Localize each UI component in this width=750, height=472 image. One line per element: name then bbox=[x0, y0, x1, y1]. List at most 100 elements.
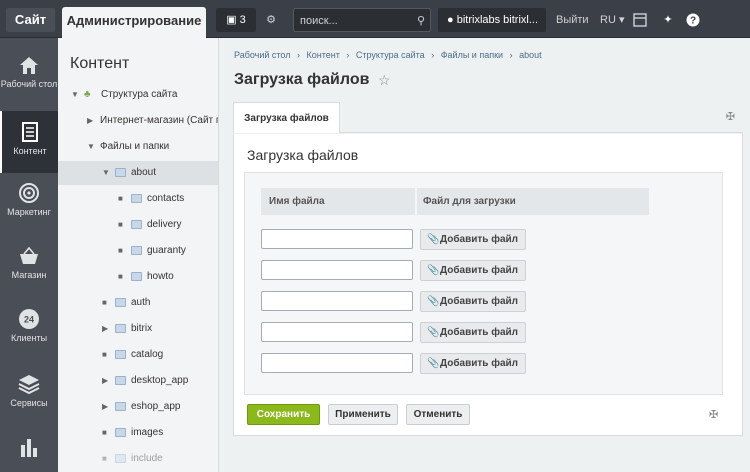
folder-icon bbox=[115, 350, 126, 359]
filename-input[interactable] bbox=[261, 353, 413, 373]
tree-item-contacts[interactable]: ■ contacts bbox=[58, 187, 218, 211]
breadcrumb-item[interactable]: Структура сайта bbox=[356, 50, 425, 60]
tab-upload-files[interactable]: Загрузка файлов bbox=[233, 102, 340, 133]
panel-toggle-icon[interactable] bbox=[633, 8, 647, 32]
chevron-down-icon[interactable]: ▼ bbox=[87, 135, 95, 159]
tree-item-guaranty[interactable]: ■ guaranty bbox=[58, 239, 218, 263]
paperclip-icon: 📎 bbox=[427, 327, 440, 338]
user-name: bitrixlabs bitrixl... bbox=[456, 14, 539, 26]
content-tree-panel: Контент ▼ ♣ Структура сайта ▶ Интернет-м… bbox=[58, 38, 219, 472]
pin-icon[interactable]: ✠ bbox=[726, 110, 735, 123]
breadcrumb: Рабочий стол › Контент › Структура сайта… bbox=[234, 50, 546, 60]
add-file-label: Добавить файл bbox=[440, 234, 519, 245]
tree-item-desktop-app[interactable]: ▶ desktop_app bbox=[58, 369, 218, 393]
pin-icon[interactable]: ✠ bbox=[709, 408, 718, 421]
save-button[interactable]: Сохранить bbox=[247, 404, 320, 425]
top-bar: Сайт Администрирование ▣ 3 ⚙ поиск... ⚲ … bbox=[0, 0, 750, 38]
paperclip-icon: 📎 bbox=[427, 265, 440, 276]
chevron-right-icon[interactable]: ▶ bbox=[102, 369, 108, 393]
nav-shop[interactable]: Магазин bbox=[0, 245, 58, 280]
breadcrumb-separator: › bbox=[509, 50, 513, 60]
search-placeholder: поиск... bbox=[300, 15, 338, 27]
nav-marketing[interactable]: Маркетинг bbox=[0, 182, 58, 217]
filename-input[interactable] bbox=[261, 291, 413, 311]
tree-item-site-structure[interactable]: ▼ ♣ Структура сайта bbox=[58, 83, 218, 107]
folder-icon bbox=[115, 324, 126, 333]
admin-tab[interactable]: Администрирование bbox=[62, 7, 206, 38]
upload-form-panel: Загрузка файлов Имя файла Файл для загру… bbox=[233, 134, 743, 436]
tree-item-catalog[interactable]: ■ catalog bbox=[58, 343, 218, 367]
gear-icon[interactable]: ⚙ bbox=[263, 8, 279, 32]
filename-input[interactable] bbox=[261, 229, 413, 249]
add-file-button[interactable]: 📎 Добавить файл bbox=[420, 353, 526, 374]
language-select[interactable]: RU ▾ bbox=[600, 8, 624, 32]
bullet-icon: ■ bbox=[118, 220, 123, 229]
cancel-button[interactable]: Отменить bbox=[406, 404, 470, 425]
tree-item-delivery[interactable]: ■ delivery bbox=[58, 213, 218, 237]
tab-bar: Загрузка файлов ✠ bbox=[233, 102, 743, 133]
add-file-button[interactable]: 📎 Добавить файл bbox=[420, 291, 526, 312]
bullet-icon: ■ bbox=[102, 350, 107, 359]
target-icon bbox=[19, 183, 39, 203]
folder-icon bbox=[115, 402, 126, 411]
chevron-right-icon[interactable]: ▶ bbox=[102, 317, 108, 341]
chevron-down-icon: ▾ bbox=[618, 14, 625, 26]
star-icon[interactable]: ☆ bbox=[378, 72, 391, 89]
tree-item-images[interactable]: ■ images bbox=[58, 421, 218, 445]
bullet-icon: ■ bbox=[102, 428, 107, 437]
logout-link[interactable]: Выйти bbox=[556, 8, 589, 32]
filename-input[interactable] bbox=[261, 322, 413, 342]
folder-icon bbox=[115, 428, 126, 437]
tree-item-about[interactable]: ▼ about bbox=[58, 161, 218, 185]
breadcrumb-item[interactable]: Файлы и папки bbox=[441, 50, 503, 60]
chevron-right-icon[interactable]: ▶ bbox=[102, 395, 108, 419]
notifications-button[interactable]: ▣ 3 bbox=[216, 8, 256, 32]
tree-item-eshop-app[interactable]: ▶ eshop_app bbox=[58, 395, 218, 419]
paperclip-icon: 📎 bbox=[427, 358, 440, 369]
folder-icon bbox=[115, 298, 126, 307]
user-menu[interactable]: ● bitrixlabs bitrixl... bbox=[438, 8, 546, 32]
add-file-button[interactable]: 📎 Добавить файл bbox=[420, 260, 526, 281]
basket-icon bbox=[20, 246, 38, 264]
breadcrumb-item[interactable]: Рабочий стол bbox=[234, 50, 291, 60]
tree-title: Контент bbox=[70, 55, 130, 72]
tree-item-auth[interactable]: ■ auth bbox=[58, 291, 218, 315]
bar-chart-icon bbox=[21, 439, 37, 457]
nav-marketing-label: Маркетинг bbox=[7, 207, 51, 217]
tree-item-files-folders[interactable]: ▼ Файлы и папки bbox=[58, 135, 218, 159]
breadcrumb-separator: › bbox=[346, 50, 350, 60]
nav-clients-label: Клиенты bbox=[10, 333, 48, 343]
svg-text:?: ? bbox=[690, 16, 696, 27]
nav-analytics[interactable] bbox=[0, 436, 58, 461]
add-file-button[interactable]: 📎 Добавить файл bbox=[420, 322, 526, 343]
tree-item-howto[interactable]: ■ howto bbox=[58, 265, 218, 289]
breadcrumb-item[interactable]: Контент bbox=[307, 50, 340, 60]
site-tab[interactable]: Сайт bbox=[6, 8, 55, 32]
add-file-label: Добавить файл bbox=[440, 296, 519, 307]
search-input[interactable]: поиск... ⚲ bbox=[293, 8, 431, 32]
tree-item-include[interactable]: ■ include bbox=[58, 447, 218, 471]
nav-desktop[interactable]: Рабочий стол bbox=[0, 54, 58, 89]
apply-button[interactable]: Применить bbox=[328, 404, 398, 425]
tree-item-bitrix[interactable]: ▶ bitrix bbox=[58, 317, 218, 341]
chevron-down-icon[interactable]: ▼ bbox=[71, 83, 79, 107]
bullet-icon: ■ bbox=[102, 298, 107, 307]
tree-item-eshop[interactable]: ▶ Интернет-магазин (Сайт по bbox=[58, 109, 218, 133]
layers-icon bbox=[18, 375, 40, 395]
main-content: Рабочий стол › Контент › Структура сайта… bbox=[219, 38, 750, 472]
column-header-file: Файл для загрузки bbox=[417, 188, 649, 215]
breadcrumb-item[interactable]: about bbox=[519, 50, 542, 60]
help-icon[interactable]: ? bbox=[686, 8, 700, 32]
add-file-label: Добавить файл bbox=[440, 358, 519, 369]
folder-icon bbox=[115, 376, 126, 385]
chevron-down-icon[interactable]: ▼ bbox=[102, 161, 110, 185]
pin-icon[interactable]: ✦ bbox=[661, 8, 675, 32]
nav-desktop-label: Рабочий стол bbox=[0, 79, 58, 89]
nav-clients[interactable]: 24 Клиенты bbox=[0, 308, 58, 343]
add-file-button[interactable]: 📎 Добавить файл bbox=[420, 229, 526, 250]
search-icon[interactable]: ⚲ bbox=[417, 9, 425, 33]
chevron-right-icon[interactable]: ▶ bbox=[87, 109, 93, 133]
nav-content[interactable]: Контент bbox=[0, 111, 58, 173]
nav-services[interactable]: Сервисы bbox=[0, 373, 58, 408]
filename-input[interactable] bbox=[261, 260, 413, 280]
